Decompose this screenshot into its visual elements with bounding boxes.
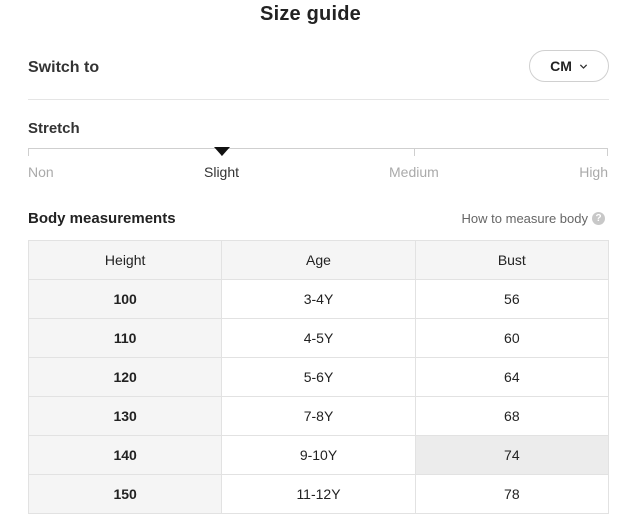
- table-header-row: Height Age Bust: [27, 240, 610, 280]
- age-cell: 5-6Y: [221, 357, 416, 397]
- bust-cell: 56: [414, 279, 610, 319]
- stretch-level-slight: Slight: [204, 164, 240, 180]
- height-cell: 130: [27, 396, 223, 436]
- unit-dropdown-button[interactable]: CM: [529, 50, 609, 82]
- age-cell: 9-10Y: [221, 435, 416, 475]
- size-table: Height Age Bust 100 3-4Y 56 110 4-5Y 60 …: [27, 240, 610, 514]
- column-header-age: Age: [221, 240, 416, 280]
- height-cell: 140: [27, 435, 223, 475]
- switch-label: Switch to: [28, 59, 100, 76]
- age-cell: 4-5Y: [221, 318, 416, 358]
- page-title: Size guide: [260, 3, 361, 25]
- body-measurements-label: Body measurements: [28, 210, 176, 227]
- column-header-bust: Bust: [414, 240, 610, 280]
- table-row: 130 7-8Y 68: [27, 396, 610, 436]
- stretch-level-non: Non: [28, 164, 54, 180]
- stretch-level-high: High: [579, 164, 608, 180]
- height-cell: 150: [27, 474, 223, 514]
- stretch-tick: [414, 148, 415, 156]
- age-cell: 11-12Y: [221, 474, 416, 514]
- bust-cell: 64: [414, 357, 610, 397]
- stretch-tick: [28, 148, 29, 156]
- stretch-level-medium: Medium: [389, 164, 439, 180]
- stretch-track: [28, 148, 608, 149]
- table-row: 100 3-4Y 56: [27, 279, 610, 319]
- bust-cell-highlighted: 74: [414, 435, 610, 475]
- height-cell: 110: [27, 318, 223, 358]
- column-header-height: Height: [27, 240, 223, 280]
- unit-switch-row: Switch to CM: [28, 50, 609, 84]
- age-cell: 7-8Y: [221, 396, 416, 436]
- height-cell: 100: [27, 279, 223, 319]
- unit-value: CM: [550, 58, 572, 74]
- table-row: 150 11-12Y 78: [27, 474, 610, 514]
- how-to-measure-text: How to measure body: [461, 211, 588, 226]
- stretch-label: Stretch: [28, 120, 80, 137]
- bust-cell: 60: [414, 318, 610, 358]
- bust-cell: 68: [414, 396, 610, 436]
- how-to-measure-link[interactable]: How to measure body ?: [462, 211, 605, 226]
- table-row: 110 4-5Y 60: [27, 318, 610, 358]
- table-row: 140 9-10Y 74: [27, 435, 610, 475]
- divider: [28, 99, 609, 100]
- table-row: 120 5-6Y 64: [27, 357, 610, 397]
- help-circle-icon: ?: [592, 212, 605, 225]
- age-cell: 3-4Y: [221, 279, 416, 319]
- height-cell: 120: [27, 357, 223, 397]
- triangle-pointer-icon: [214, 147, 230, 156]
- bust-cell: 78: [414, 474, 610, 514]
- chevron-down-icon: [579, 63, 587, 69]
- stretch-tick: [607, 148, 608, 156]
